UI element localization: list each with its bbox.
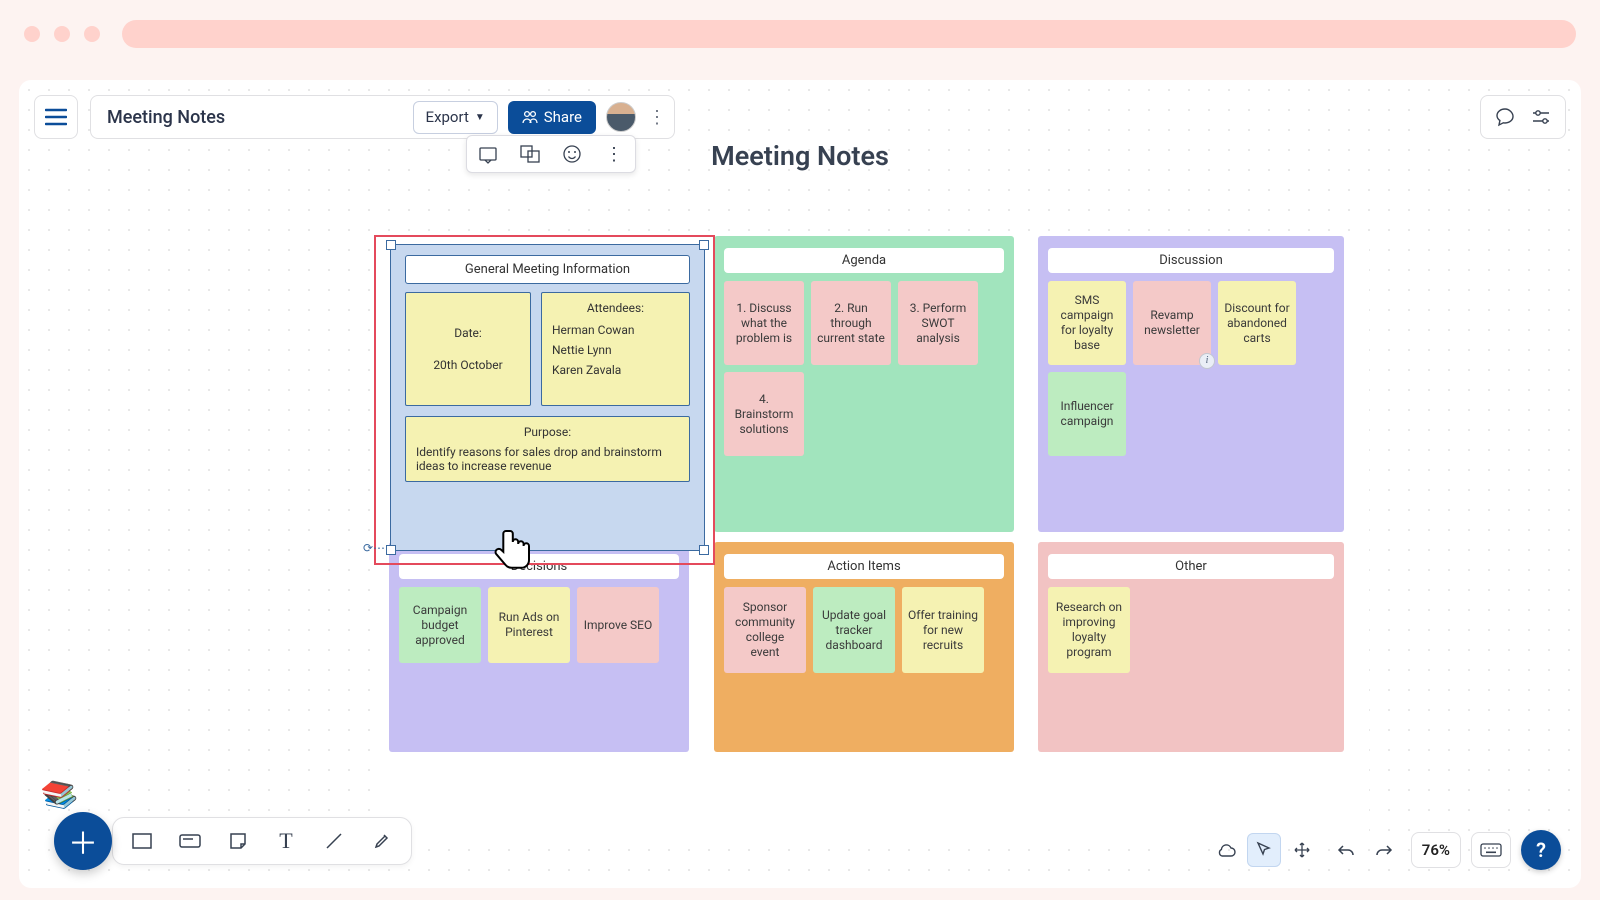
shape-tool-tray: T [112,817,412,865]
rectangle-tool[interactable] [123,822,161,860]
card-icon [178,832,202,850]
discussion-note[interactable]: Influencer campaign [1048,372,1126,456]
share-label: Share [544,108,582,126]
discussion-note[interactable]: Discount for abandoned carts [1218,281,1296,365]
hamburger-icon [45,108,67,126]
line-tool[interactable] [315,822,353,860]
date-label: Date: [416,326,520,340]
help-button[interactable]: ? [1521,830,1561,870]
cloud-sync-button[interactable] [1209,833,1243,867]
plus-icon: ＋ [68,819,98,863]
other-note[interactable]: Research on improving loyalty program [1048,587,1130,673]
purpose-label: Purpose: [416,425,679,439]
section-header: Other [1048,554,1334,579]
decision-note[interactable]: Campaign budget approved [399,587,481,663]
add-button[interactable]: 📚 ＋ [54,812,112,870]
attendee-name: Karen Zavala [552,363,679,377]
more-options-button[interactable]: ⋮ [646,107,668,128]
section-general-info-selected[interactable]: ⟳⋯ General Meeting Information Date: 20t… [374,235,715,565]
resize-handle-br[interactable] [699,545,709,555]
resize-handle-tl[interactable] [386,240,396,250]
text-tool[interactable]: T [267,822,305,860]
move-icon [1293,841,1311,859]
export-label: Export [426,108,469,126]
attendee-name: Nettie Lynn [552,343,679,357]
attendees-cell[interactable]: Attendees: Herman Cowan Nettie Lynn Kare… [541,292,690,406]
document-title[interactable]: Meeting Notes [107,107,403,128]
redo-button[interactable] [1367,833,1401,867]
section-header: Discussion [1048,248,1334,273]
zoom-level[interactable]: 76% [1411,832,1461,868]
line-icon [323,830,345,852]
url-bar[interactable] [122,20,1576,48]
discussion-note[interactable]: SMS campaign for loyalty base [1048,281,1126,365]
agenda-note[interactable]: 3. Perform SWOT analysis [898,281,978,365]
sticky-note-tool[interactable] [219,822,257,860]
document-bar: Meeting Notes Export ▼ Share ⋮ [90,95,675,139]
date-cell[interactable]: Date: 20th October [405,292,531,406]
chevron-down-icon: ▼ [475,112,485,123]
section-header: Agenda [724,248,1004,273]
section-agenda[interactable]: Agenda 1. Discuss what the problem is 2.… [714,236,1014,532]
browser-chrome [0,0,1600,67]
traffic-lights [24,26,100,42]
action-note[interactable]: Sponsor community college event [724,587,806,673]
discussion-note[interactable]: Revamp newsletter i [1133,281,1211,365]
rotate-handle[interactable]: ⟳⋯ [363,541,385,555]
sticky-note-icon [228,831,248,851]
section-action-items[interactable]: Action Items Sponsor community college e… [714,542,1014,752]
redo-icon [1374,843,1394,857]
decision-note[interactable]: Run Ads on Pinterest [488,587,570,663]
agenda-note[interactable]: 2. Run through current state [811,281,891,365]
people-icon [522,110,538,124]
action-note[interactable]: Offer training for new recruits [902,587,984,673]
speech-bubble-icon [1494,106,1516,128]
section-decisions[interactable]: Decisions Campaign budget approved Run A… [389,542,689,752]
select-mode-button[interactable] [1247,833,1281,867]
highlighter-icon [371,830,393,852]
decision-note[interactable]: Improve SEO [577,587,659,663]
info-badge-icon[interactable]: i [1199,353,1215,369]
keyboard-icon [1480,843,1502,857]
rectangle-icon [131,832,153,850]
sliders-icon [1530,106,1552,128]
section-header: Action Items [724,554,1004,579]
resize-handle-bl[interactable] [386,545,396,555]
attendees-label: Attendees: [552,301,679,315]
general-info-card[interactable]: ⟳⋯ General Meeting Information Date: 20t… [390,244,705,551]
general-info-header: General Meeting Information [405,255,690,284]
attendee-name: Herman Cowan [552,323,679,337]
section-discussion[interactable]: Discussion SMS campaign for loyalty base… [1038,236,1344,532]
canvas-title: Meeting Notes [19,140,1581,172]
undo-button[interactable] [1329,833,1363,867]
undo-icon [1336,843,1356,857]
question-icon: ? [1536,838,1546,862]
purpose-cell[interactable]: Purpose: Identify reasons for sales drop… [405,416,690,482]
user-avatar[interactable] [606,102,636,132]
resize-handle-tr[interactable] [699,240,709,250]
purpose-text: Identify reasons for sales drop and brai… [416,445,679,473]
right-toolbar [1480,95,1566,139]
agenda-note[interactable]: 1. Discuss what the problem is [724,281,804,365]
cursor-icon [1255,841,1273,859]
cloud-icon [1215,842,1237,858]
highlighter-tool[interactable] [363,822,401,860]
settings-sliders-button[interactable] [1525,101,1557,133]
pan-mode-button[interactable] [1285,833,1319,867]
keyboard-shortcuts-button[interactable] [1471,832,1511,868]
agenda-note[interactable]: 4. Brainstorm solutions [724,372,804,456]
main-menu-button[interactable] [34,95,78,139]
card-tool[interactable] [171,822,209,860]
export-button[interactable]: Export ▼ [413,101,498,134]
date-value: 20th October [416,358,520,372]
text-icon: T [279,828,292,854]
traffic-light-close[interactable] [24,26,40,42]
section-other[interactable]: Other Research on improving loyalty prog… [1038,542,1344,752]
comments-button[interactable] [1489,101,1521,133]
traffic-light-minimize[interactable] [54,26,70,42]
traffic-light-zoom[interactable] [84,26,100,42]
share-button[interactable]: Share [508,101,596,134]
action-note[interactable]: Update goal tracker dashboard [813,587,895,673]
app-window: Meeting Notes Export ▼ Share ⋮ [19,80,1581,888]
